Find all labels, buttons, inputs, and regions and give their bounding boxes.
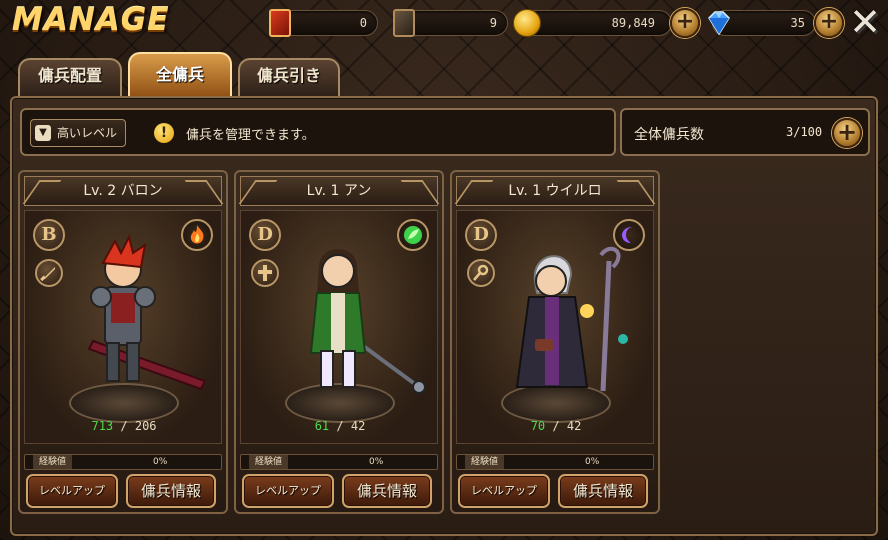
- hp-readout: 61 / 42: [241, 419, 439, 433]
- cross-icon: [251, 259, 279, 287]
- mercenary-card[interactable]: Lv. 1 ウイルロ D 70 / 42 経験値 0% レベルアップ 傭兵情報: [450, 170, 660, 514]
- red-book-icon: [269, 9, 291, 37]
- mercenary-card[interactable]: Lv. 1 アン D 61 / 42 経験値 0% レベルアップ 傭兵情報: [234, 170, 444, 514]
- dark-book-count: 9: [489, 16, 497, 30]
- hp-separator: /: [329, 419, 351, 433]
- expand-capacity-button[interactable]: +: [832, 118, 862, 148]
- hp-readout: 713 / 206: [25, 419, 223, 433]
- mercenary-info-button[interactable]: 傭兵情報: [558, 474, 648, 508]
- hp-max: 42: [566, 419, 582, 433]
- mercenary-name: Lv. 1 アン: [240, 176, 438, 206]
- exp-bar: 経験値 0%: [456, 454, 654, 470]
- mercenary-count-bar: 全体傭兵数 3/100 +: [620, 108, 870, 156]
- hp-current: 713: [91, 419, 114, 433]
- notice-text: 傭兵を管理できます。: [186, 128, 315, 143]
- add-crystal-button[interactable]: +: [814, 8, 844, 38]
- hp-current: 70: [530, 419, 546, 433]
- page-title: MANAGE: [12, 2, 170, 38]
- mercenary-portrait[interactable]: D 61 / 42: [240, 210, 438, 444]
- tab-deploy[interactable]: 傭兵配置: [18, 58, 122, 96]
- resource-gold: 89,849: [513, 9, 672, 37]
- fire-icon: [181, 219, 213, 251]
- level-up-button[interactable]: レベルアップ: [26, 474, 118, 508]
- level-up-button[interactable]: レベルアップ: [242, 474, 334, 508]
- resource-dark-book: 9: [393, 9, 508, 37]
- mercenary-portrait[interactable]: D 70 / 42: [456, 210, 654, 444]
- exp-label: 経験値: [249, 455, 289, 469]
- rank-badge: B: [33, 219, 65, 251]
- mercenary-count-value: 3/100: [786, 125, 823, 139]
- dark-book-icon: [393, 9, 415, 37]
- exp-label: 経験値: [465, 455, 505, 469]
- gold-coin-icon: [513, 9, 541, 37]
- mercenary-portrait[interactable]: B 713 / 206: [24, 210, 222, 444]
- mercenary-count-label: 全体傭兵数: [634, 127, 704, 143]
- sort-dropdown[interactable]: ▼ 高いレベル: [30, 119, 126, 147]
- mercenary-info-button[interactable]: 傭兵情報: [126, 474, 216, 508]
- sort-label: 高いレベル: [57, 126, 118, 140]
- resource-crystal: 35: [708, 10, 816, 36]
- hp-separator: /: [113, 419, 135, 433]
- exp-value: 0%: [153, 457, 168, 467]
- mercenary-name: Lv. 2 バロン: [24, 176, 222, 206]
- exp-label: 経験値: [33, 455, 73, 469]
- gold-count: 89,849: [611, 16, 655, 30]
- top-bar: MANAGE 0 9 89,849 + 35 + ✕: [0, 0, 888, 48]
- hp-current: 61: [314, 419, 330, 433]
- chevron-down-icon: ▼: [35, 125, 51, 141]
- red-book-count: 0: [359, 16, 367, 30]
- moon-icon: [613, 219, 645, 251]
- exp-value: 0%: [585, 457, 600, 467]
- mercenary-card[interactable]: Lv. 2 バロン B 713 / 206 経験値 0% レベルアップ 傭兵情報: [18, 170, 228, 514]
- level-up-button[interactable]: レベルアップ: [458, 474, 550, 508]
- hp-separator: /: [545, 419, 567, 433]
- hp-max: 206: [134, 419, 157, 433]
- tab-recruit[interactable]: 傭兵引き: [238, 58, 340, 96]
- mercenary-name: Lv. 1 ウイルロ: [456, 176, 654, 206]
- exp-bar: 経験値 0%: [24, 454, 222, 470]
- crystal-icon: [705, 10, 733, 36]
- sword-icon: [35, 259, 63, 287]
- tab-all-mercenaries[interactable]: 全傭兵: [128, 52, 232, 98]
- mage-sprite: [515, 246, 628, 392]
- warrior-sprite: [87, 234, 205, 391]
- rank-badge: D: [465, 219, 497, 251]
- priest-sprite: [309, 249, 426, 394]
- rank-badge: D: [249, 219, 281, 251]
- add-gold-button[interactable]: +: [670, 8, 700, 38]
- exclamation-icon: !: [154, 123, 174, 143]
- hp-readout: 70 / 42: [457, 419, 655, 433]
- exp-value: 0%: [369, 457, 384, 467]
- resource-red-book: 0: [269, 9, 378, 37]
- crystal-count: 35: [790, 16, 805, 30]
- leaf-icon: [397, 219, 429, 251]
- info-bar: ▼ 高いレベル ! 傭兵を管理できます。: [20, 108, 616, 156]
- close-button[interactable]: ✕: [848, 3, 882, 41]
- exp-bar: 経験値 0%: [240, 454, 438, 470]
- mercenary-info-button[interactable]: 傭兵情報: [342, 474, 432, 508]
- magic-staff-icon: [467, 259, 495, 287]
- hp-max: 42: [350, 419, 366, 433]
